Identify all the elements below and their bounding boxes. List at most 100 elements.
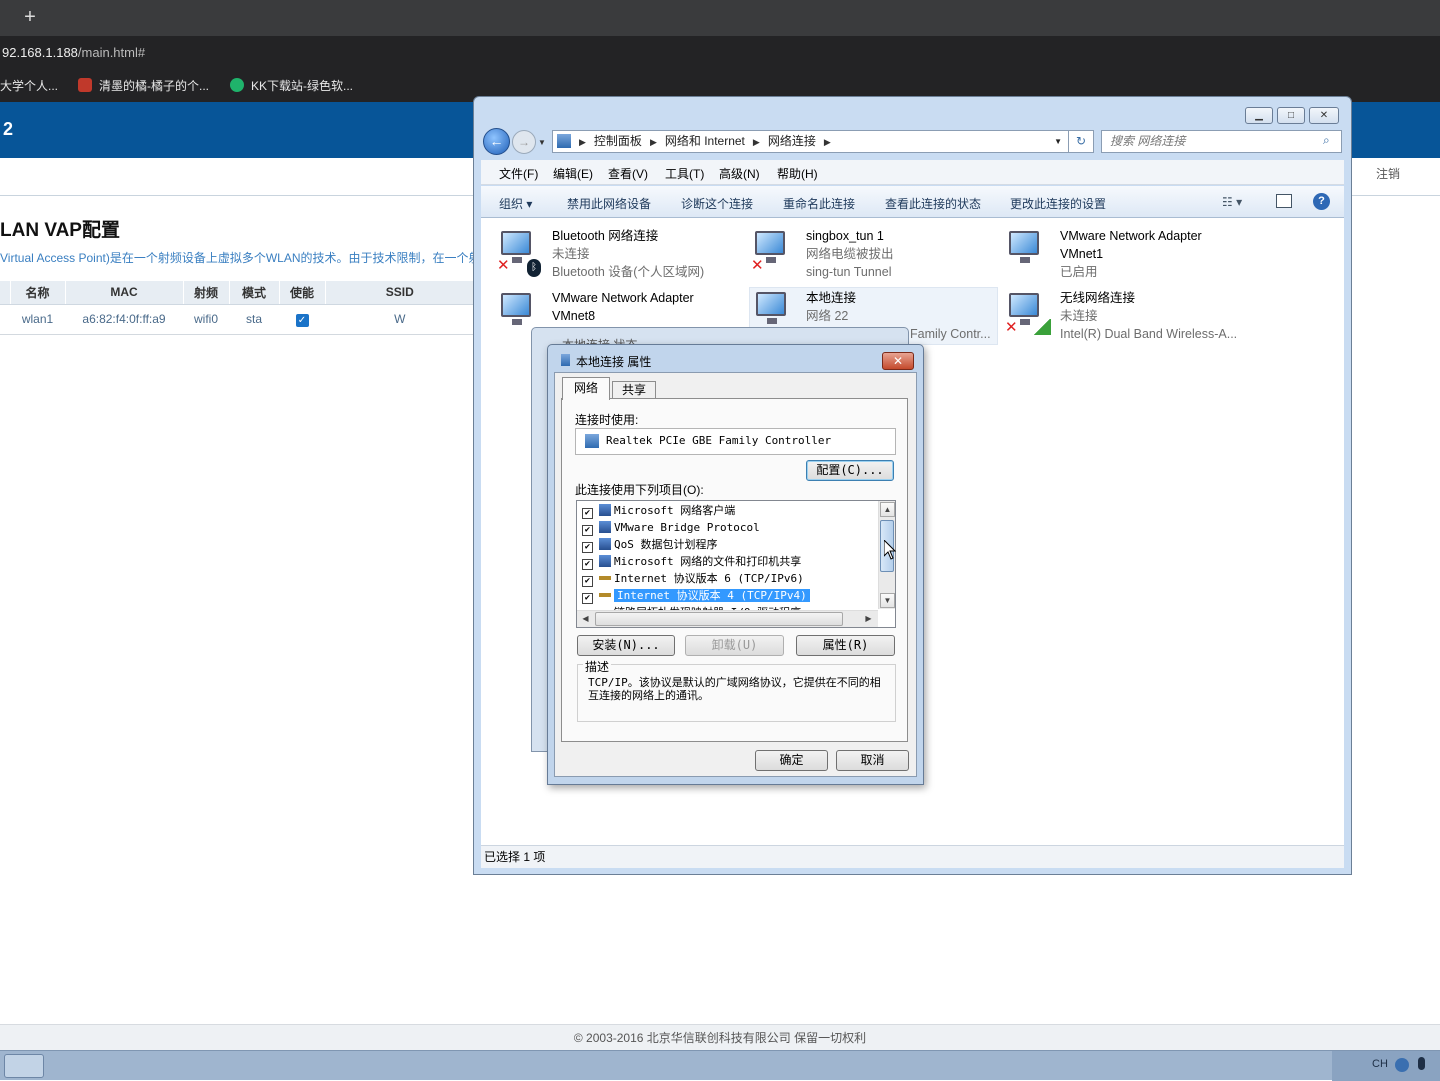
adapter-name: VMware Network Adapter [1060,229,1202,243]
cell-mac: a6:82:f4:0f:ff:a9 [65,304,183,335]
adapter-wireless[interactable]: ✕ 无线网络连接 未连接 Intel(R) Dual Band Wireless-A… [1005,289,1245,345]
help-icon[interactable]: ? [1313,193,1330,210]
ok-button[interactable]: 确定 [755,750,828,771]
adapter-status: 未连接 [1060,309,1098,323]
scroll-left-icon[interactable]: ◀ [578,612,593,627]
adapter-device: 已启用 [1060,265,1098,279]
disable-device-button[interactable]: 禁用此网络设备 [567,195,651,212]
item-checkbox[interactable]: ✔ [582,508,593,519]
properties-button[interactable]: 属性(R) [796,635,895,656]
uninstall-button[interactable]: 卸载(U) [685,635,784,656]
install-button[interactable]: 安装(N)... [577,635,675,656]
adapter-name: Bluetooth 网络连接 [552,229,659,243]
menu-bar: 文件(F) 编辑(E) 查看(V) 工具(T) 高级(N) 帮助(H) [481,160,1344,185]
refresh-icon[interactable]: ↻ [1068,130,1094,153]
protocol-icon [599,521,611,533]
cell-enabled: ✓ [279,304,325,335]
search-icon[interactable]: ⌕ [1323,133,1330,148]
back-arrow-icon[interactable]: ← [483,128,510,155]
adapter-bluetooth[interactable]: ✕ ᛒ Bluetooth 网络连接 未连接 Bluetooth 设备(个人区域网) [497,227,737,283]
ime-icon[interactable] [1395,1058,1409,1072]
diagnose-button[interactable]: 诊断这个连接 [681,195,753,212]
rename-button[interactable]: 重命名此连接 [783,195,855,212]
breadcrumb-item[interactable]: 网络连接 [768,134,816,148]
adapter-status: 网络电缆被拔出 [806,247,894,261]
bookmark-label: 清墨的橘-橘子的个... [99,79,209,93]
search-input[interactable]: 搜索 网络连接 [1101,130,1342,153]
bookmark-item[interactable]: 大学个人... [0,77,58,94]
item-checkbox[interactable]: ✔ [582,542,593,553]
tab-network[interactable]: 网络 [562,377,610,400]
logout-link[interactable]: 注销 [1376,165,1400,182]
bookmark-item[interactable]: KK下载站-绿色软... [230,77,353,94]
item-checkbox[interactable]: ✔ [582,559,593,570]
list-item[interactable]: ✔ QoS 数据包计划程序 [582,536,718,553]
menu-advanced[interactable]: 高级(N) [719,165,760,182]
minimize-button[interactable]: ▁ [1245,107,1273,124]
item-label: Microsoft 网络的文件和打印机共享 [614,555,802,568]
adapter-device: sing-tun Tunnel [806,265,892,279]
item-checkbox[interactable]: ✔ [582,593,593,604]
adapter-device: Intel(R) Dual Band Wireless-A... [1060,327,1238,341]
breadcrumb-item[interactable]: 网络和 Internet [665,134,745,148]
item-checkbox[interactable]: ✔ [582,525,593,536]
scroll-up-icon[interactable]: ▲ [880,502,895,517]
configure-button[interactable]: 配置(C)... [806,460,894,481]
scroll-right-icon[interactable]: ▶ [861,612,876,627]
adapter-singbox[interactable]: ✕ singbox_tun 1 网络电缆被拔出 sing-tun Tunnel [751,227,991,283]
view-options-icon[interactable]: ☷ ▾ [1222,195,1242,209]
table-header-row: 名称 MAC 射频 模式 使能 SSID [0,281,475,305]
description-label: 描述 [583,658,612,675]
horizontal-scrollbar[interactable]: ◀ ▶ [577,610,878,627]
dialog-close-button[interactable]: ✕ [882,352,914,370]
taskbar: CH [0,1050,1440,1081]
enabled-checkbox[interactable]: ✓ [295,313,309,327]
address-dropdown-icon[interactable]: ▼ [1054,131,1062,152]
column-header: 名称 [10,281,66,305]
list-item[interactable]: ✔ Microsoft 网络客户端 [582,502,735,519]
maximize-button[interactable]: □ [1277,107,1305,124]
scroll-down-icon[interactable]: ▼ [880,593,895,608]
column-header: 模式 [229,281,280,305]
cancel-button[interactable]: 取消 [836,750,909,771]
breadcrumb[interactable]: ▶ 控制面板 ▶ 网络和 Internet ▶ 网络连接 ▶ ▼ [552,130,1069,153]
menu-help[interactable]: 帮助(H) [777,165,818,182]
preview-pane-icon[interactable] [1276,194,1292,208]
adapter-name: 无线网络连接 [1060,291,1136,305]
breadcrumb-item[interactable]: 控制面板 [594,134,642,148]
list-item-selected[interactable]: ✔ Internet 协议版本 4 (TCP/IPv4) [582,587,810,604]
menu-view[interactable]: 查看(V) [608,165,648,182]
close-button[interactable]: ✕ [1309,107,1339,124]
history-dropdown-icon[interactable]: ▼ [538,138,546,147]
forward-arrow-icon[interactable]: → [512,130,536,154]
list-item[interactable]: ✔ Microsoft 网络的文件和打印机共享 [582,553,801,570]
network-adapter-icon: ✕ [751,229,791,273]
column-header [0,281,11,305]
menu-tools[interactable]: 工具(T) [665,165,704,182]
network-card-icon [585,434,599,448]
microphone-icon[interactable] [1418,1057,1425,1070]
language-indicator[interactable]: CH [1372,1058,1388,1070]
address-bar[interactable]: 92.168.1.188/main.html# [0,36,1440,68]
change-settings-button[interactable]: 更改此连接的设置 [1010,195,1106,212]
menu-file[interactable]: 文件(F) [499,165,538,182]
connect-using-label: 连接时使用: [575,413,639,427]
site-icon [230,78,244,92]
protocol-icon [599,576,611,580]
bookmark-item[interactable]: 清墨的橘-橘子的个... [78,77,209,94]
service-icon [599,538,611,550]
organize-button[interactable]: 组织 ▾ [499,195,532,212]
list-item[interactable]: ✔ Internet 协议版本 6 (TCP/IPv6) [582,570,804,587]
view-status-button[interactable]: 查看此连接的状态 [885,195,981,212]
adapter-status: 未连接 [552,247,590,261]
taskbar-app-button[interactable] [4,1054,44,1078]
menu-edit[interactable]: 编辑(E) [553,165,593,182]
new-tab-button[interactable]: + [20,4,40,30]
url-host: 92.168.1.188 [2,45,78,60]
column-header: 射频 [183,281,230,305]
item-checkbox[interactable]: ✔ [582,576,593,587]
list-item[interactable]: ✔ VMware Bridge Protocol [582,519,760,536]
hscroll-thumb[interactable] [595,612,843,626]
adapter-vmnet1[interactable]: VMware Network Adapter VMnet1 已启用 [1005,227,1245,283]
table-row[interactable]: wlan1 a6:82:f4:0f:ff:a9 wifi0 sta ✓ W [0,304,475,335]
